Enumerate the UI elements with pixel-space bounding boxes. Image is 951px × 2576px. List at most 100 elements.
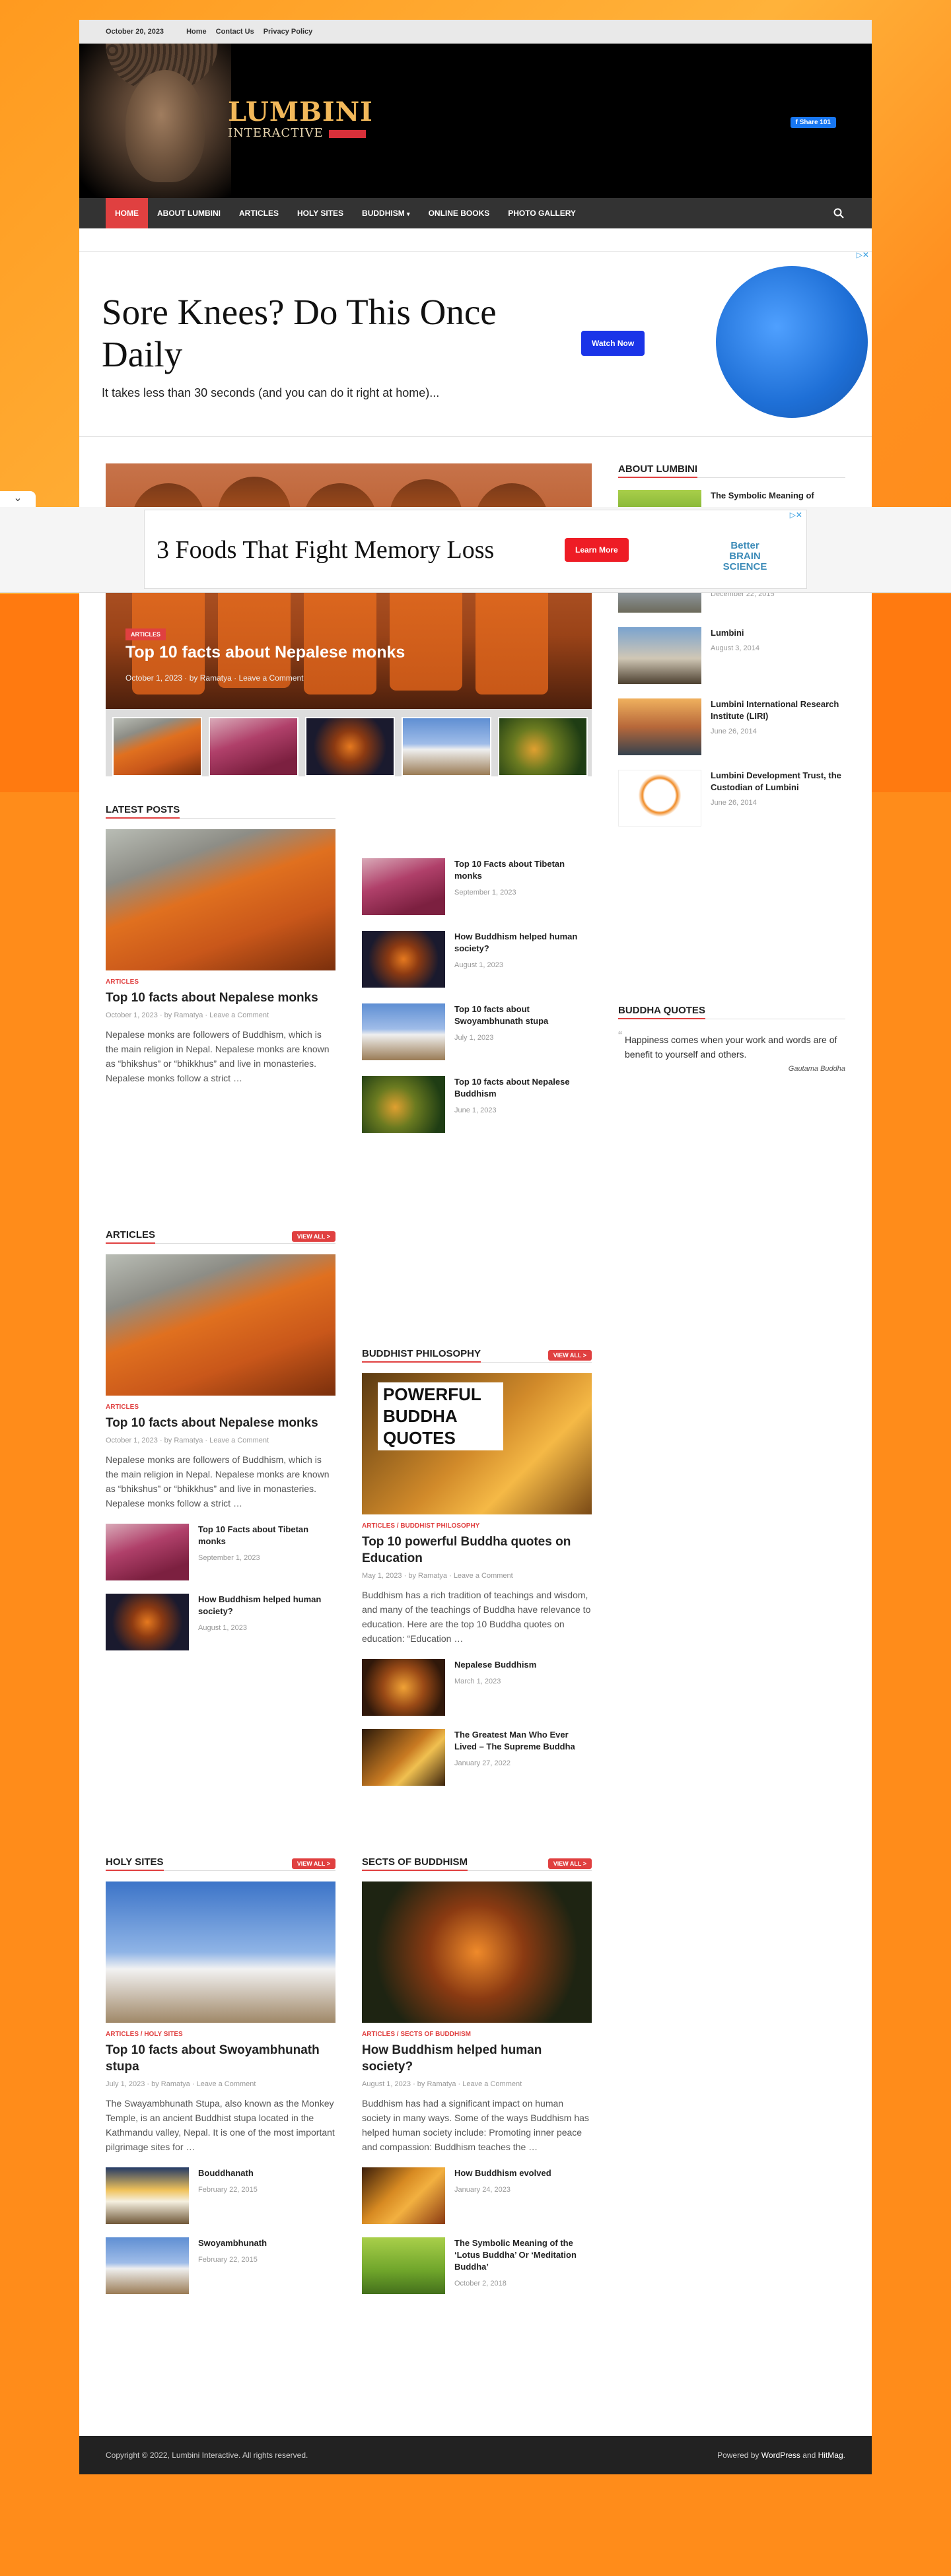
sidebar-item[interactable]: Lumbini International Research Institute… [618,698,845,755]
top-link-home[interactable]: Home [186,28,207,36]
articles-view-all-button[interactable]: VIEW ALL > [291,1231,335,1242]
post-author[interactable]: by Ramatya [164,1437,203,1444]
nav-holy-sites[interactable]: HOLY SITES [288,198,353,228]
ad-overlay-memory[interactable]: ⌄ 3 Foods That Fight Memory Loss Learn M… [0,491,951,593]
post-author[interactable]: by Ramatya [417,2080,456,2088]
list-item-title[interactable]: How Buddhism helped human society? [454,931,592,955]
ad-banner-knees[interactable]: ▷✕ Sore Knees? Do This Once Daily It tak… [79,250,872,437]
post-category[interactable]: ARTICLES [106,1404,335,1411]
sidebar-thumb[interactable] [618,698,701,755]
chevron-down-icon[interactable]: ⌄ [0,491,36,507]
post-comment-link[interactable]: Leave a Comment [462,2080,522,2088]
facebook-share-button[interactable]: f Share 101 [790,117,836,128]
list-item[interactable]: Bouddhanath February 22, 2015 [106,2167,335,2224]
list-thumb[interactable] [362,931,445,988]
nav-about-lumbini[interactable]: ABOUT LUMBINI [148,198,230,228]
post-image[interactable] [362,1881,592,2023]
post-image[interactable] [106,1254,335,1396]
featured-comment-link[interactable]: Leave a Comment [238,673,303,683]
sects-view-all-button[interactable]: VIEW ALL > [547,1858,592,1869]
list-item-title[interactable]: The Symbolic Meaning of the ‘Lotus Buddh… [454,2237,592,2273]
sidebar-item[interactable]: Lumbini Development Trust, the Custodian… [618,770,845,827]
list-item-title[interactable]: Top 10 facts about Swoyambhunath stupa [454,1003,592,1027]
sidebar-item-title[interactable]: Lumbini International Research Institute… [711,698,845,722]
post-comment-link[interactable]: Leave a Comment [209,1437,269,1444]
post-title[interactable]: Top 10 facts about Nepalese monks [106,990,335,1006]
philosophy-view-all-button[interactable]: VIEW ALL > [547,1349,592,1361]
list-item-title[interactable]: Top 10 facts about Nepalese Buddhism [454,1076,592,1100]
footer-hitmag-link[interactable]: HitMag [818,2451,843,2460]
list-thumb[interactable] [106,1524,189,1580]
list-item-title[interactable]: Nepalese Buddhism [454,1659,536,1671]
list-item[interactable]: The Greatest Man Who Ever Lived – The Su… [362,1729,592,1786]
post-category[interactable]: ARTICLES / HOLY SITES [106,2031,335,2038]
site-logo[interactable]: LUMBINI INTERACTIVE [228,96,373,140]
list-item[interactable]: Nepalese Buddhism March 1, 2023 [362,1659,592,1716]
slider-thumb[interactable] [305,717,395,776]
nav-articles[interactable]: ARTICLES [230,198,288,228]
ad-learn-more-button[interactable]: Learn More [565,538,629,562]
post-comment-link[interactable]: Leave a Comment [209,1011,269,1019]
top-link-contact[interactable]: Contact Us [216,28,254,36]
search-icon[interactable] [833,208,844,219]
adchoices-icon[interactable]: ▷✕ [790,510,802,520]
post-category[interactable]: ARTICLES / BUDDHIST PHILOSOPHY [362,1522,592,1530]
adchoices-icon[interactable]: ▷✕ [857,250,869,259]
list-thumb[interactable] [362,858,445,915]
slider-thumb[interactable] [209,717,299,776]
slider-thumb[interactable] [112,717,202,776]
post-title[interactable]: Top 10 facts about Nepalese monks [106,1415,335,1431]
list-item-title[interactable]: How Buddhism evolved [454,2167,551,2179]
post-author[interactable]: by Ramatya [151,2080,190,2088]
nav-online-books[interactable]: ONLINE BOOKS [419,198,499,228]
list-item-title[interactable]: How Buddhism helped human society? [198,1594,335,1617]
list-thumb[interactable] [362,2167,445,2224]
sidebar-item-title[interactable]: The Symbolic Meaning of [711,490,814,502]
list-thumb[interactable] [106,1594,189,1650]
sidebar-item-title[interactable]: Lumbini Development Trust, the Custodian… [711,770,845,794]
list-item-title[interactable]: Top 10 Facts about Tibetan monks [198,1524,335,1547]
post-category[interactable]: ARTICLES / SECTS OF BUDDHISM [362,2031,592,2038]
post-category[interactable]: ARTICLES [106,978,335,986]
post-image[interactable]: POWERFUL BUDDHA QUOTES [362,1373,592,1514]
list-item-title[interactable]: The Greatest Man Who Ever Lived – The Su… [454,1729,592,1753]
sidebar-item[interactable]: Lumbini August 3, 2014 [618,627,845,684]
post-image[interactable] [106,829,335,970]
list-item[interactable]: Swoyambhunath February 22, 2015 [106,2237,335,2294]
list-thumb[interactable] [362,1659,445,1716]
ad-watch-button[interactable]: Watch Now [581,331,645,356]
list-item[interactable]: The Symbolic Meaning of the ‘Lotus Buddh… [362,2237,592,2294]
nav-photo-gallery[interactable]: PHOTO GALLERY [499,198,585,228]
list-item[interactable]: How Buddhism helped human society? August… [362,931,592,988]
featured-category[interactable]: ARTICLES [125,628,166,640]
nav-home[interactable]: HOME [106,198,148,228]
list-item[interactable]: How Buddhism evolved January 24, 2023 [362,2167,592,2224]
list-thumb[interactable] [362,2237,445,2294]
list-item[interactable]: Top 10 Facts about Tibetan monks Septembe… [106,1524,335,1580]
list-thumb[interactable] [362,1729,445,1786]
list-item[interactable]: Top 10 Facts about Tibetan monks Septembe… [362,858,592,915]
post-title[interactable]: Top 10 powerful Buddha quotes on Educati… [362,1534,592,1567]
list-item-title[interactable]: Bouddhanath [198,2167,258,2179]
list-item[interactable]: Top 10 facts about Swoyambhunath stupa Ju… [362,1003,592,1060]
post-title[interactable]: Top 10 facts about Swoyambhunath stupa [106,2042,335,2075]
list-thumb[interactable] [106,2237,189,2294]
footer-wordpress-link[interactable]: WordPress [761,2451,800,2460]
post-author[interactable]: by Ramatya [164,1011,203,1019]
featured-title[interactable]: Top 10 facts about Nepalese monks [125,643,405,662]
list-thumb[interactable] [106,2167,189,2224]
post-comment-link[interactable]: Leave a Comment [197,2080,256,2088]
list-item[interactable]: How Buddhism helped human society? August… [106,1594,335,1650]
nav-buddhism[interactable]: BUDDHISM ▾ [353,198,419,228]
sidebar-thumb[interactable] [618,770,701,827]
post-title[interactable]: How Buddhism helped human society? [362,2042,592,2075]
holy-sites-view-all-button[interactable]: VIEW ALL > [291,1858,335,1869]
sidebar-item-title[interactable]: Lumbini [711,627,759,639]
top-link-privacy[interactable]: Privacy Policy [264,28,313,36]
list-item[interactable]: Top 10 facts about Nepalese Buddhism June… [362,1076,592,1133]
slider-thumb[interactable] [402,717,491,776]
featured-author[interactable]: by Ramatya [190,673,232,683]
ad-overlay-inner[interactable]: 3 Foods That Fight Memory Loss Learn Mor… [144,510,807,589]
post-comment-link[interactable]: Leave a Comment [454,1572,513,1580]
list-item-title[interactable]: Top 10 Facts about Tibetan monks [454,858,592,882]
